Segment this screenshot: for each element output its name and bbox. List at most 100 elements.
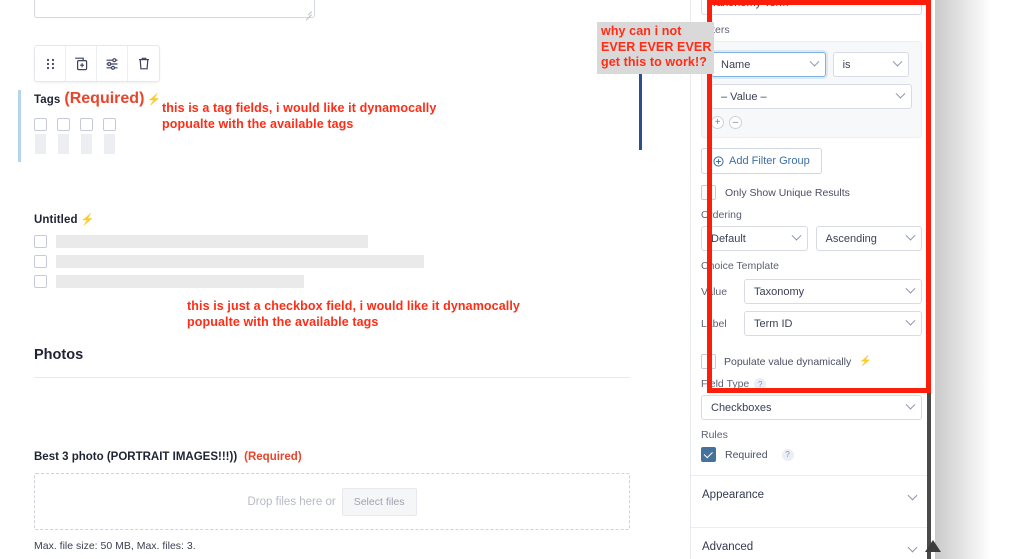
- annotation-checkbox: this is just a checkbox field, i would l…: [187, 299, 520, 329]
- remove-filter-button[interactable]: –: [729, 116, 742, 129]
- choice-label-select[interactable]: Term ID: [744, 311, 922, 336]
- add-filter-group-button[interactable]: Add Filter Group: [701, 148, 822, 174]
- annotation-why: why can i not EVER EVER EVER get this to…: [597, 22, 715, 74]
- chevron-down-icon: [905, 399, 916, 410]
- choice-value-key: Value: [701, 285, 728, 298]
- tags-checkbox-row: [34, 118, 178, 154]
- tags-label-text: Tags: [34, 94, 61, 106]
- upload-constraints-note: Max. file size: 50 MB, Max. files: 3.: [34, 540, 196, 552]
- paragraph-textarea[interactable]: [34, 0, 315, 21]
- accordion-advanced[interactable]: Advanced: [701, 528, 922, 559]
- ordering-direction-select[interactable]: Ascending: [815, 226, 922, 251]
- populate-dynamically-row[interactable]: Populate value dynamically ⚡: [701, 354, 922, 369]
- select-files-button[interactable]: Select files: [341, 487, 417, 516]
- choice-skeleton: [81, 134, 92, 154]
- plus-circle-icon: [713, 155, 724, 167]
- tags-required-flag: (Required): [64, 90, 145, 107]
- scroll-down-arrow-icon[interactable]: [925, 540, 941, 552]
- populate-dynamically-checkbox[interactable]: [701, 354, 716, 369]
- chevron-down-icon: [907, 490, 918, 501]
- source-select[interactable]: Taxonomy Term: [701, 0, 922, 15]
- field-type-select[interactable]: Checkboxes: [701, 395, 922, 421]
- tags-field-label: Tags (Required) ⚡: [34, 90, 178, 108]
- duplicate-icon[interactable]: [66, 46, 97, 81]
- filter-field-select[interactable]: Name: [711, 52, 826, 77]
- filter-operator-select[interactable]: is: [832, 52, 909, 77]
- unique-results-label: Only Show Unique Results: [725, 186, 850, 199]
- checkbox-icon[interactable]: [34, 275, 47, 288]
- tag-choice-placeholder[interactable]: [34, 118, 47, 154]
- choice-label-text: Term ID: [754, 317, 793, 330]
- section-divider: [34, 377, 630, 378]
- filter-add-remove-controls: + –: [711, 116, 912, 129]
- chevron-down-icon: [791, 230, 801, 241]
- choice-label-key: Label: [701, 317, 727, 330]
- accordion-appearance[interactable]: Appearance: [701, 476, 922, 514]
- chevron-down-icon: [809, 56, 820, 67]
- filter-value-select[interactable]: – Value –: [711, 84, 912, 109]
- choice-template-value-row: Value Taxonomy: [701, 279, 922, 304]
- checkbox-icon[interactable]: [34, 255, 47, 268]
- required-rule-row[interactable]: Required ?: [701, 447, 922, 463]
- choice-skeleton: [56, 275, 304, 288]
- untitled-label-text: Untitled: [34, 214, 78, 226]
- annotation-tags: this is a tag fields, i would like it dy…: [162, 101, 437, 131]
- settings-sliders-icon[interactable]: [97, 46, 128, 81]
- textarea-resize-handle[interactable]: [303, 6, 313, 21]
- unique-results-row[interactable]: Only Show Unique Results: [701, 185, 922, 200]
- chevron-down-icon: [905, 283, 916, 294]
- tag-choice-placeholder[interactable]: [103, 118, 116, 154]
- choice-skeleton: [58, 134, 69, 154]
- drag-handle-icon[interactable]: [35, 46, 66, 81]
- checkbox-icon[interactable]: [80, 118, 93, 131]
- checkbox-icon[interactable]: [34, 118, 47, 131]
- tag-choice-placeholder[interactable]: [57, 118, 70, 154]
- unique-results-checkbox[interactable]: [701, 185, 716, 200]
- checkbox-icon[interactable]: [34, 235, 47, 248]
- chevron-down-icon: [905, 0, 916, 5]
- help-icon[interactable]: ?: [754, 378, 767, 391]
- filter-operator-value: is: [842, 58, 851, 71]
- choice-skeleton: [56, 235, 368, 248]
- add-filter-label: +: [714, 117, 721, 128]
- panel-scrollbar[interactable]: [927, 0, 931, 559]
- untitled-field-label: Untitled ⚡: [34, 210, 454, 228]
- choice-skeleton: [56, 255, 424, 268]
- field-settings-panel: Taxonomy Term Filters Name is – Value – …: [690, 0, 931, 559]
- tags-field[interactable]: Tags (Required) ⚡: [18, 90, 178, 162]
- accordion-advanced-label: Advanced: [702, 541, 754, 554]
- remove-filter-label: –: [732, 117, 739, 128]
- choice-value-select[interactable]: Taxonomy: [744, 279, 922, 304]
- choice-skeleton: [104, 134, 115, 154]
- filter-field-value: Name: [721, 58, 751, 71]
- ordering-field-select[interactable]: Default: [701, 226, 808, 251]
- help-icon[interactable]: ?: [781, 448, 794, 461]
- bolt-icon: ⚡: [859, 356, 872, 367]
- untitled-checkbox-field[interactable]: Untitled ⚡: [34, 210, 454, 288]
- add-filter-button[interactable]: +: [711, 116, 724, 129]
- choice-value-text: Taxonomy: [754, 285, 805, 298]
- settings-panel-content: Taxonomy Term Filters Name is – Value – …: [691, 0, 931, 559]
- trash-icon[interactable]: [128, 46, 159, 81]
- ordering-label: Ordering: [701, 209, 742, 221]
- required-checkbox[interactable]: [701, 447, 716, 463]
- list-item[interactable]: [34, 255, 454, 268]
- list-item[interactable]: [34, 275, 454, 288]
- panel-drop-shadow: [935, 0, 991, 559]
- photos-section-heading: Photos: [34, 347, 84, 363]
- field-type-label: Field Type?: [701, 378, 922, 391]
- filter-row: Name is: [711, 52, 912, 77]
- file-dropzone[interactable]: Drop files here or Select files: [34, 473, 630, 530]
- blue-vertical-marker: [639, 68, 642, 150]
- rules-label: Rules: [701, 429, 728, 442]
- upload-required-flag: (Required): [244, 451, 302, 463]
- choice-skeleton: [35, 134, 46, 154]
- tag-choice-placeholder[interactable]: [80, 118, 93, 154]
- list-item[interactable]: [34, 235, 454, 248]
- filter-group: Name is – Value – + –: [701, 41, 922, 138]
- checkbox-icon[interactable]: [57, 118, 70, 131]
- checkbox-icon[interactable]: [103, 118, 116, 131]
- upload-label-text: Best 3 photo (PORTRAIT IMAGES!!!)): [34, 451, 238, 463]
- required-rule-label: Required: [725, 448, 768, 461]
- choice-template-label: Choice Template: [701, 260, 780, 272]
